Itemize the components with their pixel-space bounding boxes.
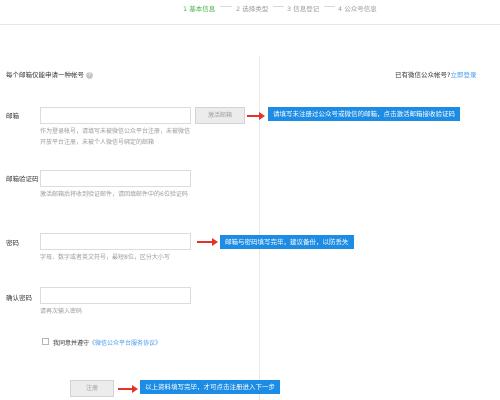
confirm-password-hint: 请再次输入密码	[40, 308, 83, 315]
agreement-text: 我同意并遵守《微信公众平台服务协议》	[53, 338, 161, 347]
step-3-label: 3 信息登记	[287, 5, 320, 13]
register-arrow-icon	[118, 385, 138, 393]
step-connector	[273, 6, 284, 7]
register-button[interactable]: 注册	[70, 380, 114, 397]
help-icon[interactable]: ?	[86, 71, 93, 79]
step-1-label: 1 基本信息	[183, 5, 216, 13]
login-prompt: 已有微信公众帐号?立即登录	[395, 69, 476, 79]
code-label: 邮箱验证码	[6, 175, 39, 183]
password-hint: 字母、数字或者英文符号，最短8位，区分大小写	[40, 254, 170, 261]
agreement-checkbox[interactable]	[42, 338, 49, 345]
confirm-password-label: 确认密码	[6, 294, 32, 302]
step-connector	[324, 6, 335, 7]
service-agreement-link[interactable]: 《微信公众平台服务协议》	[89, 340, 161, 347]
step-2-label: 2 选择类型	[236, 5, 269, 13]
step-indicator: 1 基本信息 2 选择类型 3 信息登记 4 公众号信息	[0, 3, 500, 15]
password-callout: 邮箱与密码填写完毕，建议备份，以防丢失	[220, 235, 354, 249]
header-divider	[0, 24, 500, 25]
login-prompt-text: 已有微信公众帐号?	[395, 71, 451, 79]
confirm-password-input[interactable]	[40, 287, 191, 304]
email-callout: 请填写未注册过公众号或微信的邮箱，点击激活邮箱接收验证码	[268, 107, 460, 121]
email-input[interactable]	[40, 107, 191, 124]
password-arrow-icon	[197, 238, 218, 246]
activate-email-button[interactable]: 激活邮箱	[195, 107, 245, 124]
column-divider	[259, 56, 260, 400]
email-hint: 作为登录帐号，请填写未被微信公众平台注册，未被微信开放平台注册，未被个人微信号绑…	[40, 128, 191, 146]
register-callout: 以上资料填写完毕，才可点击注册进入下一步	[140, 380, 280, 394]
step-4-label: 4 公众号信息	[338, 5, 377, 13]
verification-code-input[interactable]	[40, 170, 191, 187]
email-label: 邮箱	[6, 112, 19, 120]
password-input[interactable]	[40, 233, 191, 250]
single-account-notice: 每个邮箱仅能申请一种帐号?	[6, 69, 93, 79]
agreement-prefix: 我同意并遵守	[53, 340, 90, 347]
code-hint: 激活邮箱后将收到验证邮件，请回填邮件中的6位验证码	[40, 191, 188, 198]
password-label: 密码	[6, 239, 19, 247]
step-connector	[220, 6, 232, 7]
login-link[interactable]: 立即登录	[450, 71, 476, 79]
email-arrow-icon	[247, 112, 265, 120]
notice-text: 每个邮箱仅能申请一种帐号	[6, 71, 84, 79]
